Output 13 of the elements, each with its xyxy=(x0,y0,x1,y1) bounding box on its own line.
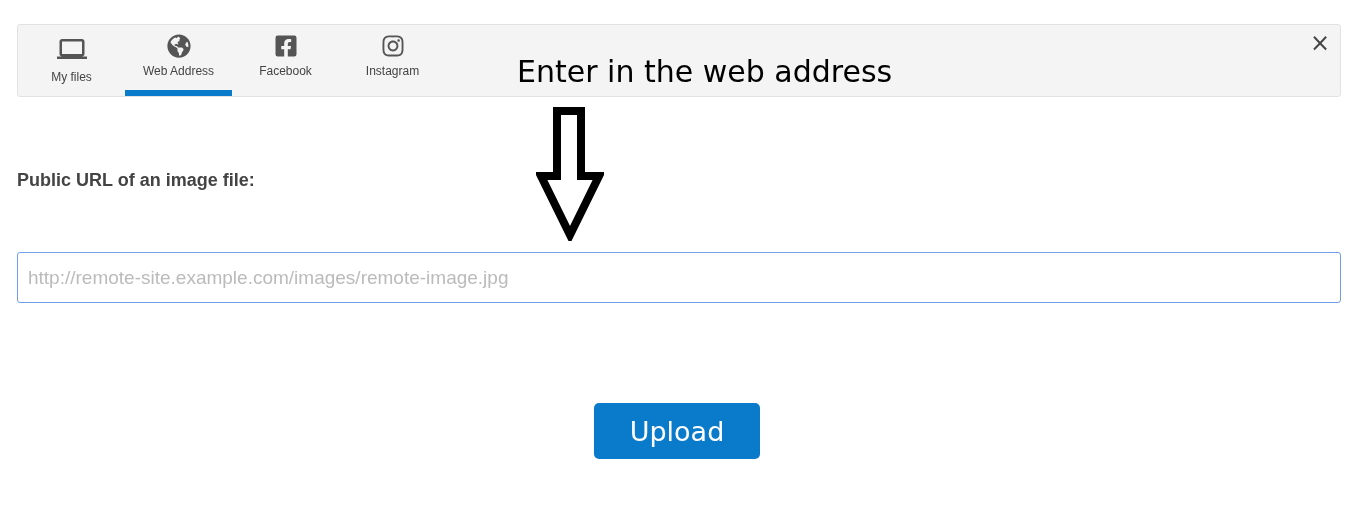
upload-button[interactable]: Upload xyxy=(594,403,760,459)
source-tab[interactable]: Web Address xyxy=(125,25,232,96)
source-tab[interactable]: My files xyxy=(18,25,125,96)
facebook-icon xyxy=(273,34,298,58)
source-tab[interactable]: Instagram xyxy=(339,25,446,96)
down-arrow-icon xyxy=(536,107,604,241)
close-button[interactable]: × xyxy=(1299,25,1340,61)
url-label: Public URL of an image file: xyxy=(17,170,256,191)
url-input-field[interactable]: http://remote-site.example.com/images/remote-image.jpg xyxy=(17,252,1341,303)
annotation-text: Enter in the web address xyxy=(517,54,893,89)
globe-icon xyxy=(166,34,191,58)
instagram-icon xyxy=(380,34,405,58)
source-tab[interactable]: Facebook xyxy=(232,25,339,96)
